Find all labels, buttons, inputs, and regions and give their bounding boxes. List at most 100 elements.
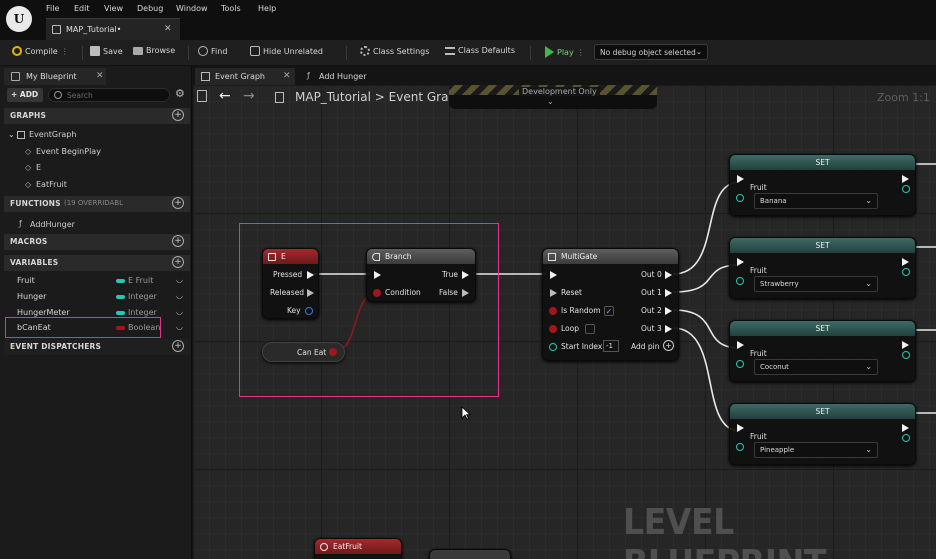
pin-set-exec-out[interactable] [902, 424, 909, 432]
tree-item-addhunger[interactable]: AddHunger [30, 220, 75, 229]
menu-view[interactable]: View [104, 4, 123, 13]
class-settings-button[interactable]: Class Settings [360, 46, 429, 56]
node-set-strawberry[interactable]: SET Fruit Strawberry ⌄ [729, 237, 916, 299]
pin-fruit-out[interactable] [902, 268, 910, 276]
fruit-select[interactable]: Coconut ⌄ [754, 359, 878, 375]
pin-key[interactable] [305, 307, 313, 315]
tree-item-event-beginplay[interactable]: Event BeginPlay [36, 147, 101, 156]
add-variable-icon[interactable]: + [172, 256, 184, 268]
node-set-coconut[interactable]: SET Fruit Coconut ⌄ [729, 320, 916, 382]
compile-options-icon[interactable]: ⋮ [61, 47, 69, 56]
pin-out2[interactable] [665, 307, 672, 315]
add-pin-icon[interactable]: + [663, 340, 674, 351]
node-can-eat[interactable]: Can Eat [262, 342, 345, 362]
pin-true[interactable] [462, 271, 469, 279]
node-set-pineapple[interactable]: SET Fruit Pineapple ⌄ [729, 403, 916, 465]
tree-item-eatfruit[interactable]: EatFruit [36, 180, 67, 189]
pin-out1[interactable] [665, 289, 672, 297]
pin-fruit-in[interactable] [736, 360, 744, 368]
fruit-select[interactable]: Strawberry ⌄ [754, 276, 878, 292]
node-set-banana[interactable]: SET Fruit Banana ⌄ [729, 154, 916, 216]
save-button[interactable]: Save [90, 46, 123, 56]
eye-icon[interactable]: ◡ [176, 307, 183, 316]
pin-fruit-out[interactable] [902, 185, 910, 193]
section-event-dispatchers[interactable]: EVENT DISPATCHERS + [4, 339, 190, 355]
class-defaults-button[interactable]: Class Defaults [445, 46, 515, 55]
pin-fruit-in[interactable] [736, 194, 744, 202]
eye-icon[interactable]: ◡ [176, 275, 183, 284]
gear-icon[interactable]: ⚙ [175, 87, 185, 100]
node-eatfruit-event[interactable]: EatFruit [314, 538, 402, 559]
add-graph-icon[interactable]: + [172, 109, 184, 121]
compile-button[interactable]: Compile ⋮ [12, 46, 69, 56]
pin-fruit-in[interactable] [736, 443, 744, 451]
add-macro-icon[interactable]: + [172, 235, 184, 247]
play-options-icon[interactable]: ⋮ [577, 48, 585, 57]
close-icon[interactable]: ✕ [164, 24, 172, 34]
pin-out0[interactable] [665, 271, 672, 279]
tab-event-graph[interactable]: Event Graph ✕ [195, 68, 295, 85]
play-button[interactable]: Play ⋮ [545, 46, 585, 58]
search-input[interactable]: Search [48, 88, 170, 102]
fruit-select[interactable]: Pineapple ⌄ [754, 442, 878, 458]
pin-loop[interactable] [549, 325, 557, 333]
menu-debug[interactable]: Debug [137, 4, 163, 13]
pin-pressed[interactable] [307, 271, 314, 279]
section-macros[interactable]: MACROS + [4, 234, 190, 250]
pin-condition[interactable] [373, 289, 381, 297]
pin-set-exec-out[interactable] [902, 258, 909, 266]
unreal-logo-icon[interactable]: U [6, 6, 32, 32]
pin-set-exec-out[interactable] [902, 175, 909, 183]
tree-item-eventgraph[interactable]: EventGraph [29, 130, 76, 139]
find-button[interactable]: Find [198, 46, 227, 56]
pin-can-eat-out[interactable] [329, 348, 337, 356]
eye-icon[interactable]: ◡ [176, 322, 183, 331]
debug-object-select[interactable]: No debug object selected ⌄ [594, 44, 708, 60]
pin-fruit-in[interactable] [736, 277, 744, 285]
close-icon[interactable]: ✕ [283, 71, 291, 81]
loop-checkbox[interactable]: ✓ [585, 324, 595, 334]
pin-branch-exec-in[interactable] [374, 271, 381, 279]
menu-window[interactable]: Window [176, 4, 208, 13]
browse-button[interactable]: Browse [133, 46, 175, 55]
my-blueprint-tab[interactable]: My Blueprint ✕ [4, 68, 106, 85]
pin-reset[interactable] [550, 289, 557, 297]
pin-fruit-out[interactable] [902, 351, 910, 359]
menu-help[interactable]: Help [258, 4, 276, 13]
section-graphs[interactable]: GRAPHS + [4, 108, 190, 124]
add-button[interactable]: + ADD [7, 88, 43, 102]
pin-out3[interactable] [665, 325, 672, 333]
pin-set-exec-in[interactable] [737, 175, 744, 183]
variable-row-hunger[interactable]: Hunger Integer ◡ [4, 289, 190, 305]
pin-set-exec-in[interactable] [737, 341, 744, 349]
pin-start-index[interactable] [549, 343, 557, 351]
tree-expand-icon[interactable]: ⌄ [8, 130, 15, 139]
hide-unrelated-button[interactable]: Hide Unrelated [250, 46, 323, 56]
node-e-event[interactable]: E Pressed Released Key [262, 248, 319, 319]
pin-false[interactable] [462, 289, 469, 297]
pin-set-exec-in[interactable] [737, 258, 744, 266]
document-tab[interactable]: MAP_Tutorial• ✕ [46, 18, 180, 40]
menu-file[interactable]: File [46, 4, 59, 13]
pin-fruit-out[interactable] [902, 434, 910, 442]
node-branch[interactable]: Branch Condition True False [366, 248, 476, 302]
node-partial[interactable] [429, 549, 511, 559]
pin-multigate-exec-in[interactable] [550, 271, 557, 279]
eye-icon[interactable]: ◡ [176, 291, 183, 300]
graph-canvas[interactable]: ← → MAP_Tutorial > Event Graph Developme… [193, 85, 936, 559]
add-dispatcher-icon[interactable]: + [172, 340, 184, 352]
section-variables[interactable]: VARIABLES + [4, 255, 190, 271]
tab-add-hunger[interactable]: ƒ Add Hunger [299, 68, 399, 85]
pin-set-exec-out[interactable] [902, 341, 909, 349]
section-functions[interactable]: FUNCTIONS (19 OVERRIDABL + [4, 196, 190, 212]
close-icon[interactable]: ✕ [96, 71, 104, 81]
tree-item-e[interactable]: E [36, 163, 41, 172]
pin-released[interactable] [307, 289, 314, 297]
menu-tools[interactable]: Tools [221, 4, 241, 13]
start-index-input[interactable]: -1 [603, 340, 619, 352]
menu-edit[interactable]: Edit [74, 4, 90, 13]
variable-row-fruit[interactable]: Fruit E Fruit ◡ [4, 273, 190, 289]
is-random-checkbox[interactable]: ✓ [604, 306, 614, 316]
fruit-select[interactable]: Banana ⌄ [754, 193, 878, 209]
pin-set-exec-in[interactable] [737, 424, 744, 432]
